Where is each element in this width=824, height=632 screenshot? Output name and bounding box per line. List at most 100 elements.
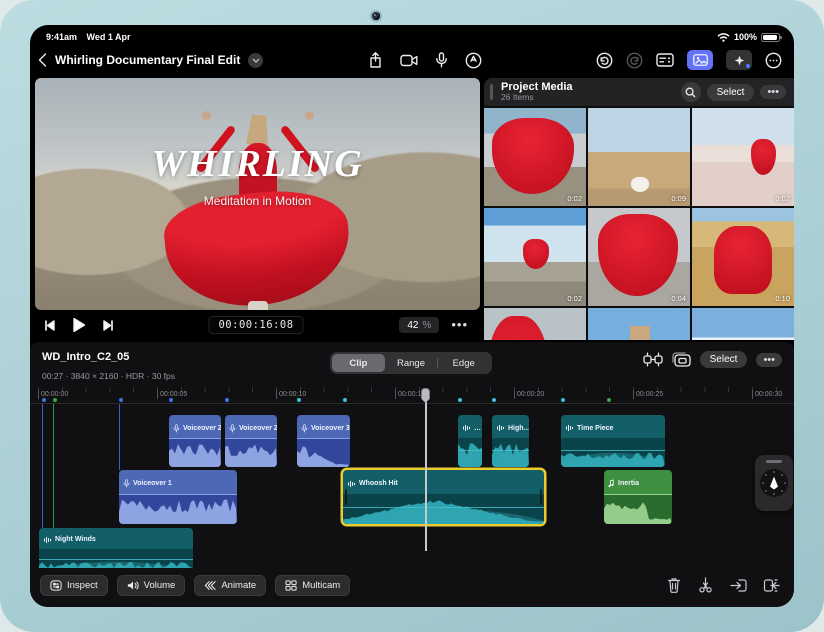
timecode-display[interactable]: 00:00:16:08 bbox=[208, 316, 304, 334]
clip-duration: 0:04 bbox=[671, 294, 686, 303]
media-thumbnail-hat-profile-sky[interactable] bbox=[588, 308, 690, 340]
redo-button[interactable] bbox=[626, 52, 643, 69]
media-thumbnail-salt-flat-red-dervish[interactable]: 0:02 bbox=[692, 108, 794, 206]
clip-label: Voiceover 2 bbox=[169, 415, 221, 438]
volume-button[interactable]: Volume bbox=[116, 574, 186, 596]
pencil-tool-icon[interactable] bbox=[465, 52, 482, 69]
clip-duration: 0:10 bbox=[775, 294, 790, 303]
media-thumbnail-golden-reeds-red-dervish[interactable]: 0:10 bbox=[692, 208, 794, 306]
timeline-clip-voiceover-3[interactable]: Voiceover 3 bbox=[297, 415, 350, 467]
playhead[interactable] bbox=[421, 388, 430, 551]
timeline-view-options-icon[interactable] bbox=[656, 53, 674, 67]
project-title[interactable]: Whirling Documentary Final Edit bbox=[55, 53, 240, 67]
timeline-clip-voiceover-2[interactable]: Voiceover 2 bbox=[225, 415, 277, 467]
delete-clip-icon[interactable] bbox=[667, 577, 681, 593]
title-dropdown-button[interactable] bbox=[248, 52, 264, 68]
media-thumbnail-badlands-clouds-red-dervish[interactable]: 0:02 bbox=[484, 208, 586, 306]
overlay-view-icon[interactable] bbox=[671, 352, 691, 367]
search-button[interactable] bbox=[680, 82, 701, 102]
play-button[interactable] bbox=[73, 318, 85, 332]
clip-duration: 0:02 bbox=[567, 294, 582, 303]
video-overlay-title: WHIRLING bbox=[151, 143, 364, 185]
insert-clip-icon[interactable] bbox=[730, 578, 747, 593]
timeline-marker[interactable] bbox=[225, 398, 229, 402]
multicam-button[interactable]: Multicam bbox=[275, 574, 351, 596]
skip-to-end-button[interactable] bbox=[103, 319, 114, 331]
media-select-button[interactable]: Select bbox=[706, 83, 755, 101]
top-toolbar: Whirling Documentary Final Edit bbox=[30, 45, 794, 75]
timeline-marker[interactable] bbox=[297, 398, 301, 402]
clip-label: Night Winds bbox=[44, 536, 96, 544]
ruler-label: 00:00:25 bbox=[633, 390, 663, 399]
media-thumbnail-sky-clouds[interactable] bbox=[692, 308, 794, 340]
timeline-marker[interactable] bbox=[119, 398, 123, 402]
viewer-canvas[interactable]: WHIRLING Meditation in Motion bbox=[35, 78, 480, 310]
media-thumbnail-dervish-red-desert-wide[interactable]: 0:02 bbox=[484, 108, 586, 206]
media-thumbnail-dervish-red-closeup-spin[interactable]: 0:04 bbox=[588, 208, 690, 306]
ipad-bezel: 9:41am Wed 1 Apr 100% Whirling Documenta… bbox=[0, 0, 824, 632]
media-thumbnail-cappadocia-rocks-white-dervish[interactable]: 0:09 bbox=[588, 108, 690, 206]
back-button[interactable] bbox=[38, 53, 47, 67]
battery-percent: 100% bbox=[733, 32, 757, 42]
timeline-marker[interactable] bbox=[607, 398, 611, 402]
effects-browser-button[interactable] bbox=[726, 50, 752, 70]
media-more-button[interactable]: ••• bbox=[760, 85, 786, 99]
connections-icon[interactable] bbox=[642, 352, 663, 367]
timeline-select-button[interactable]: Select bbox=[699, 351, 748, 368]
project-media-panel: Project Media 26 Items Select ••• 0:02 0:… bbox=[484, 78, 794, 340]
ruler-label: 00:00:20 bbox=[514, 390, 544, 399]
timeline-clip-voiceover-1[interactable]: Voiceover 1 bbox=[119, 470, 237, 524]
timeline-header: WD_Intro_C2_05 00:27 · 3840 × 2160 · HDR… bbox=[30, 342, 794, 387]
timeline-clip-whoosh-hit[interactable]: Whoosh Hit bbox=[343, 470, 544, 524]
timeline-marker[interactable] bbox=[53, 398, 57, 402]
viewer-panel: WHIRLING Meditation in Motion 00:00:16:0… bbox=[30, 75, 482, 340]
media-browser-button[interactable] bbox=[687, 50, 713, 70]
export-icon[interactable] bbox=[368, 51, 383, 69]
timeline-more-button[interactable]: ••• bbox=[756, 352, 782, 367]
media-item-count: 26 Items bbox=[501, 92, 534, 103]
timeline-clip-inertia[interactable]: Inertia bbox=[604, 470, 672, 524]
inspect-button[interactable]: Inspect bbox=[40, 574, 108, 596]
clip-label: Voiceover 2 bbox=[225, 415, 277, 438]
jog-wheel[interactable] bbox=[755, 455, 793, 511]
animate-button[interactable]: Animate bbox=[194, 574, 267, 596]
mode-clip[interactable]: Clip bbox=[332, 354, 385, 372]
viewer-zoom-control[interactable]: 42% bbox=[399, 317, 440, 333]
clip-waveform bbox=[561, 438, 665, 467]
mode-range[interactable]: Range bbox=[385, 354, 438, 372]
timeline-marker[interactable] bbox=[169, 398, 173, 402]
skip-to-start-button[interactable] bbox=[44, 319, 55, 331]
timeline-marker[interactable] bbox=[458, 398, 462, 402]
status-bar: 9:41am Wed 1 Apr 100% bbox=[30, 25, 794, 45]
microphone-icon[interactable] bbox=[435, 52, 448, 68]
timeline-ruler[interactable]: 00:00:00 00:00:05 00:00:10 00:00:15 00:00:20… bbox=[30, 387, 794, 404]
more-options-button[interactable] bbox=[765, 52, 782, 69]
clip-waveform bbox=[604, 494, 672, 524]
clip-connection-line bbox=[53, 404, 54, 528]
timeline-marker[interactable] bbox=[492, 398, 496, 402]
camera-icon[interactable] bbox=[400, 54, 418, 67]
mode-edge[interactable]: Edge bbox=[437, 354, 490, 372]
timeline-marker[interactable] bbox=[42, 398, 46, 402]
timeline-clip-time-piece[interactable]: Time Piece bbox=[561, 415, 665, 467]
jog-dial[interactable] bbox=[760, 469, 788, 497]
wifi-icon bbox=[717, 32, 730, 42]
timeline-clip--[interactable]: … bbox=[458, 415, 482, 467]
viewer-more-button[interactable]: ••• bbox=[451, 318, 468, 331]
clip-duration: 0:02 bbox=[775, 194, 790, 203]
timeline-clip-high-[interactable]: High… bbox=[492, 415, 529, 467]
timeline-clip-voiceover-2[interactable]: Voiceover 2 bbox=[169, 415, 221, 467]
transport-bar: 00:00:16:08 42% ••• bbox=[30, 310, 482, 340]
timeline-marker[interactable] bbox=[561, 398, 565, 402]
media-thumbnail-badlands-red-closeup[interactable] bbox=[484, 308, 586, 340]
undo-button[interactable] bbox=[596, 52, 613, 69]
timeline-marker[interactable] bbox=[343, 398, 347, 402]
timeline-body: 00:00:00 00:00:05 00:00:10 00:00:15 00:00:20… bbox=[30, 387, 794, 568]
panel-drag-handle[interactable] bbox=[490, 84, 493, 100]
overwrite-clip-icon[interactable] bbox=[763, 578, 780, 593]
timeline-tracks[interactable]: Voiceover 2 Voiceover 2 Voiceover 3 … High… T… bbox=[30, 404, 794, 568]
split-clip-icon[interactable] bbox=[697, 577, 714, 593]
timeline-clip-night-winds[interactable]: Night Winds bbox=[39, 528, 193, 568]
clip-connection-line bbox=[42, 404, 43, 528]
jog-handle-bar[interactable] bbox=[766, 460, 782, 463]
